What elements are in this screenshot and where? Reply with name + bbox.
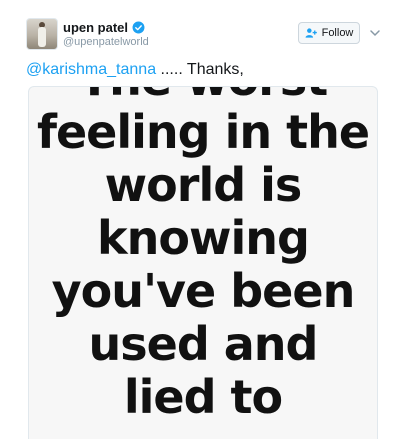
user-handle[interactable]: @upenpatelworld bbox=[63, 36, 149, 48]
avatar-figure bbox=[38, 27, 46, 47]
quote-line: used and bbox=[88, 317, 319, 371]
avatar[interactable] bbox=[26, 18, 58, 50]
quote-line: The worst bbox=[29, 87, 377, 106]
quote-line: lied to bbox=[123, 370, 283, 424]
tweet-body: ..... Thanks, bbox=[156, 61, 244, 78]
tweet-text: @karishma_tanna ..... Thanks, bbox=[26, 61, 244, 79]
display-name[interactable]: upen patel bbox=[63, 20, 145, 35]
follow-button[interactable]: Follow bbox=[298, 22, 360, 44]
chevron-down-icon[interactable] bbox=[369, 27, 381, 39]
follow-button-label: Follow bbox=[321, 27, 354, 39]
verified-badge-icon bbox=[132, 21, 145, 34]
media-quote-text: The worst feeling in the world is knowin… bbox=[29, 87, 377, 424]
mention-link[interactable]: @karishma_tanna bbox=[26, 61, 156, 78]
add-user-icon bbox=[305, 28, 317, 38]
tweet-media-image[interactable]: The worst feeling in the world is knowin… bbox=[28, 86, 378, 439]
display-name-text[interactable]: upen patel bbox=[63, 20, 128, 35]
quote-line: feeling in the bbox=[36, 105, 370, 159]
quote-line: knowing bbox=[97, 211, 310, 265]
quote-line: you've been bbox=[51, 264, 356, 318]
quote-line: world is bbox=[104, 158, 303, 212]
